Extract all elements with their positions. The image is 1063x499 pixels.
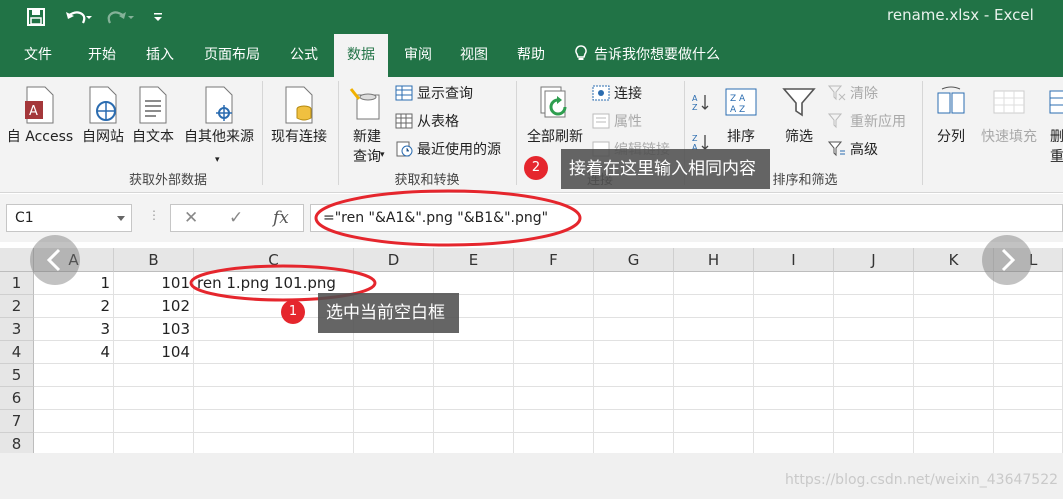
step-2-badge: 2 xyxy=(524,156,548,180)
watermark: https://blog.csdn.net/weixin_43647522 xyxy=(785,472,1059,488)
step-1-badge: 1 xyxy=(281,300,305,324)
formula-highlight-ellipse xyxy=(314,189,582,247)
chevron-left-icon xyxy=(46,248,61,272)
step-2-callout: 接着在这里输入相同内容 xyxy=(561,149,770,189)
chevron-right-icon xyxy=(1001,248,1016,272)
step-1-callout: 选中当前空白框 xyxy=(318,293,459,333)
annotation-overlay xyxy=(189,189,582,302)
previous-image-button[interactable] xyxy=(30,235,80,285)
next-image-button[interactable] xyxy=(982,235,1032,285)
